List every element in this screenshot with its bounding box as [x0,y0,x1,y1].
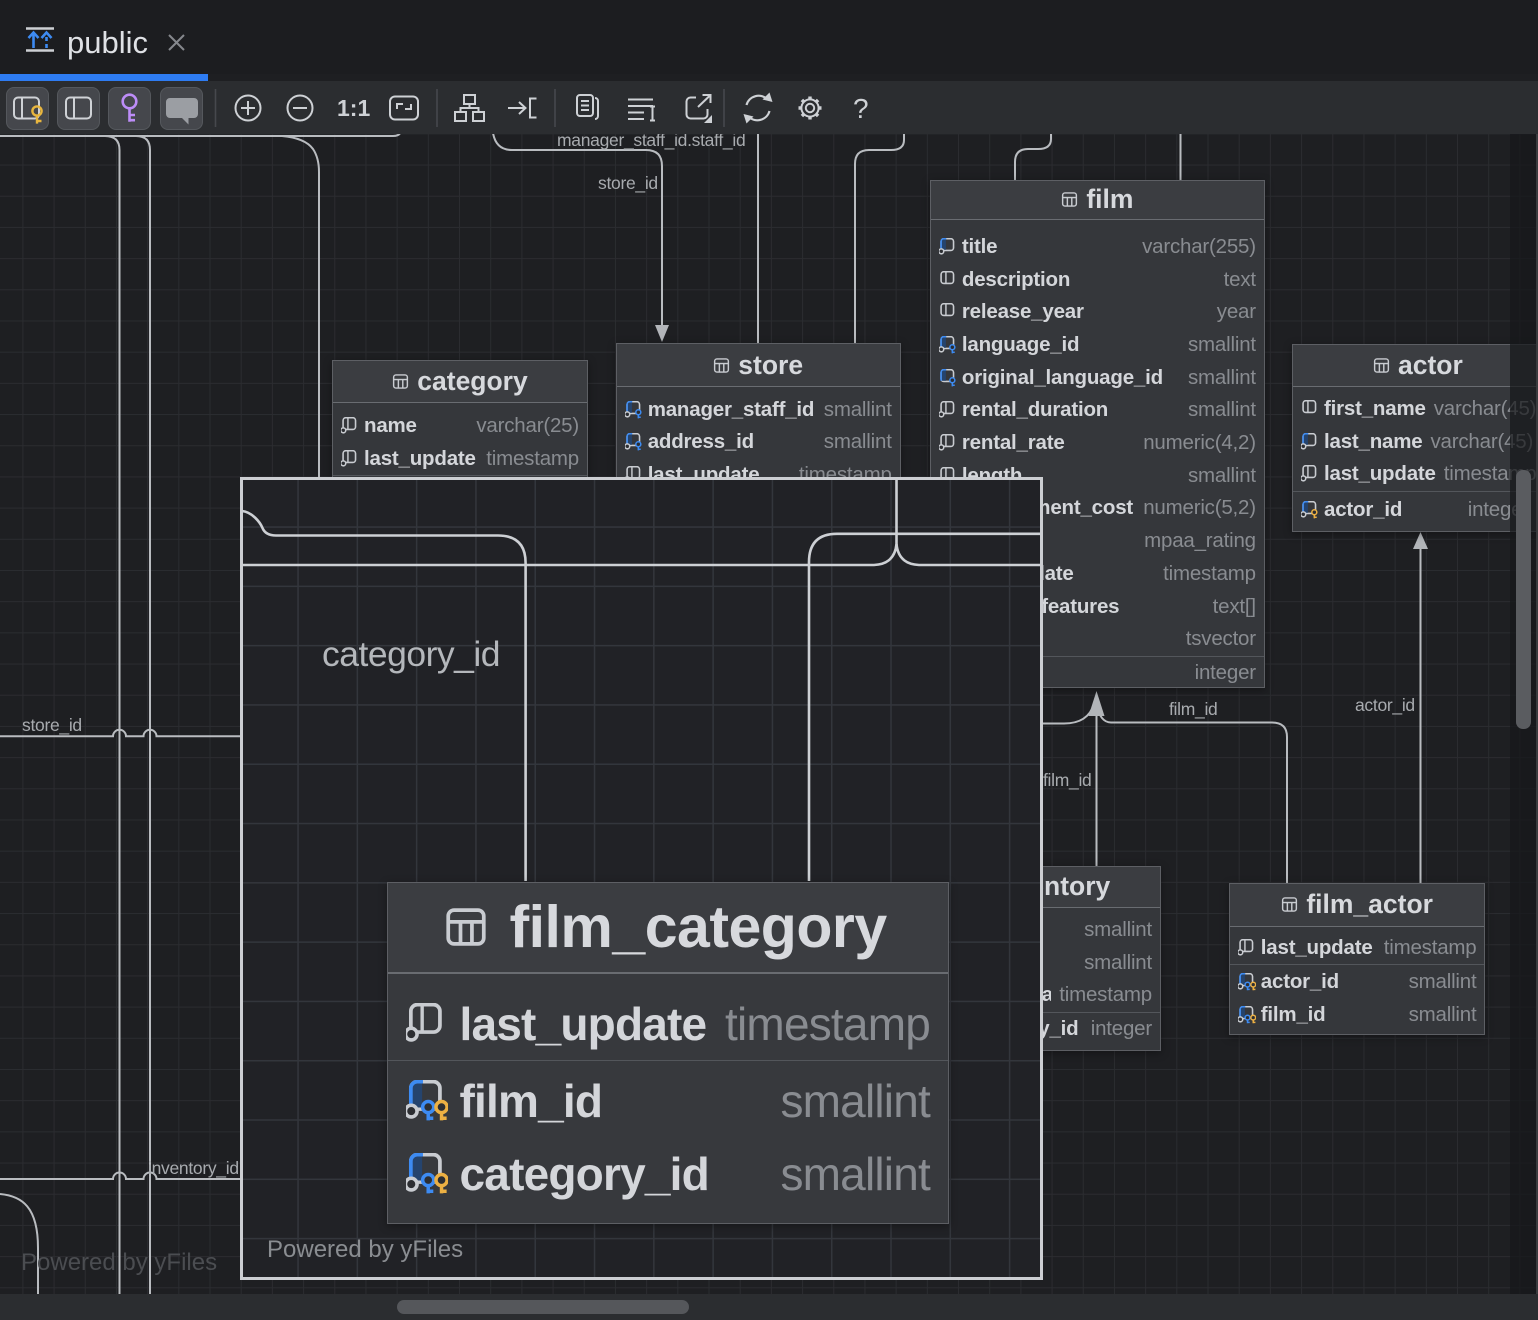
svg-text:category_id: category_id [322,634,500,674]
svg-text:actor_id: actor_id [1355,695,1415,716]
svg-text:film_id: film_id [1169,699,1217,720]
svg-text:1:1: 1:1 [337,95,370,121]
svg-text:store_id: store_id [22,715,82,736]
svg-text:?: ? [853,93,869,124]
svg-text:store_id: store_id [598,173,658,194]
svg-text:inventory_id: inventory_id [148,1158,239,1179]
svg-text:manager_staff_id.staff_id: manager_staff_id.staff_id [557,134,745,151]
svg-text:film_id: film_id [1043,770,1091,791]
